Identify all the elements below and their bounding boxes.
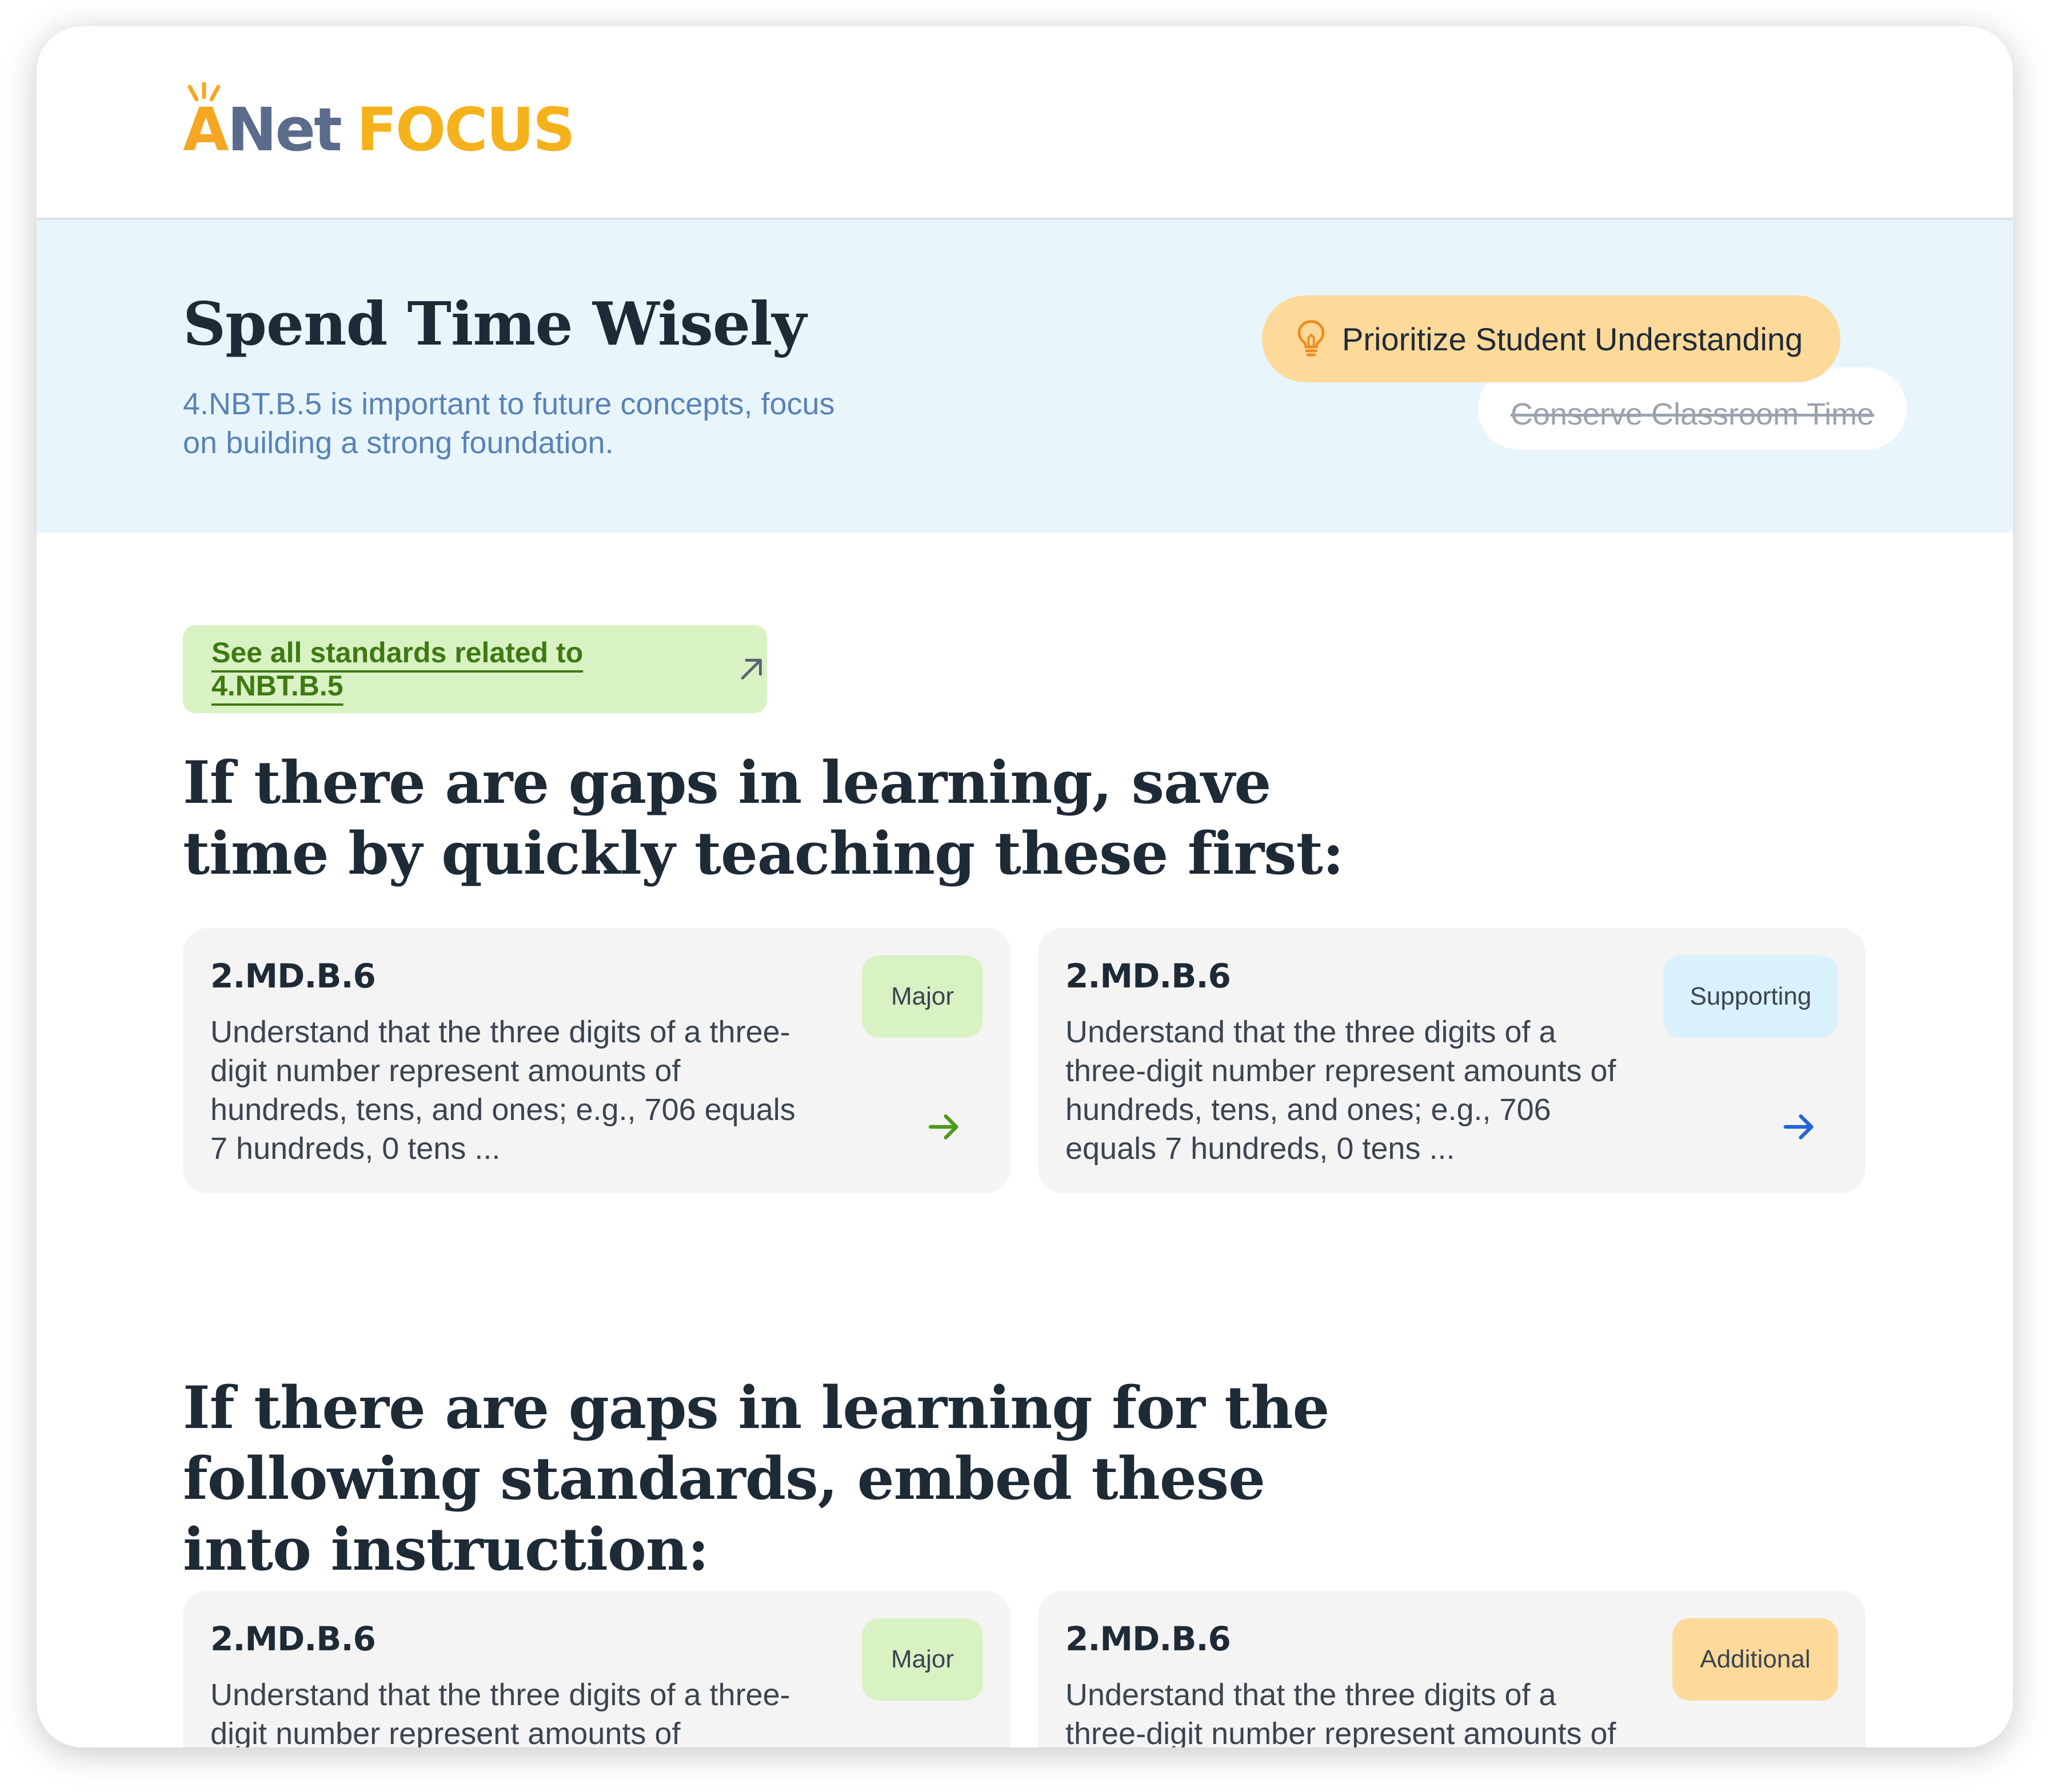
banner-title: Spend Time Wisely <box>183 289 806 359</box>
standard-description: Understand that the three digits of a th… <box>210 1678 790 1747</box>
standard-card[interactable]: 2.MD.B.6 Understand that the three digit… <box>1038 1591 1866 1747</box>
section-heading-save-time: If there are gaps in learning, save time… <box>183 749 1344 888</box>
standard-description: Understand that the three digits of a th… <box>210 1015 796 1166</box>
sun-rays-icon <box>187 82 221 102</box>
logo-a: A <box>183 82 229 165</box>
standard-card[interactable]: 2.MD.B.6 Understand that the three digit… <box>183 1591 1010 1747</box>
anet-focus-logo[interactable]: A Net FOCUS <box>183 82 576 165</box>
major-badge: Major <box>862 1618 983 1701</box>
external-arrow-icon <box>741 658 762 680</box>
standard-code: 2.MD.B.6 <box>210 957 376 995</box>
major-badge: Major <box>862 955 983 1038</box>
standard-card[interactable]: 2.MD.B.6 Understand that the three digit… <box>183 928 1010 1193</box>
arrow-right-icon[interactable] <box>1781 1109 1818 1145</box>
additional-badge: Additional <box>1672 1618 1838 1701</box>
banner-subtitle: 4.NBT.B.5 is important to future concept… <box>183 387 835 460</box>
standard-description: Understand that the three digits of a th… <box>1065 1678 1616 1747</box>
standard-code: 2.MD.B.6 <box>210 1619 376 1658</box>
arrow-right-icon[interactable] <box>926 1109 962 1145</box>
app-window: A Net FOCUS Spend Time Wisely 4.NBT.B.5 i… <box>37 26 2013 1747</box>
logo-focus: FOCUS <box>356 95 576 165</box>
conserve-label: Conserve Classroom Time <box>1510 397 1875 431</box>
spend-time-banner: Spend Time Wisely 4.NBT.B.5 is important… <box>37 220 2013 533</box>
section-heading-embed: If there are gaps in learning for the fo… <box>183 1374 1329 1584</box>
prioritize-label: Prioritize Student Understanding <box>1342 321 1803 357</box>
standard-code: 2.MD.B.6 <box>1065 1619 1231 1658</box>
standard-code: 2.MD.B.6 <box>1065 957 1231 995</box>
lightbulb-icon <box>1297 320 1325 357</box>
standards-link-label: See all standards related to 4.NBT.B.5 <box>211 637 584 702</box>
standard-description: Understand that the three digits of a th… <box>1065 1015 1616 1166</box>
top-bar: A Net FOCUS <box>37 26 2013 220</box>
supporting-badge: Supporting <box>1663 955 1838 1038</box>
see-all-standards-link[interactable]: See all standards related to 4.NBT.B.5 <box>183 625 767 713</box>
logo-net: Net <box>227 95 342 165</box>
prioritize-student-understanding-toggle[interactable]: Prioritize Student Understanding <box>1262 295 1840 382</box>
standard-card[interactable]: 2.MD.B.6 Understand that the three digit… <box>1038 928 1866 1193</box>
